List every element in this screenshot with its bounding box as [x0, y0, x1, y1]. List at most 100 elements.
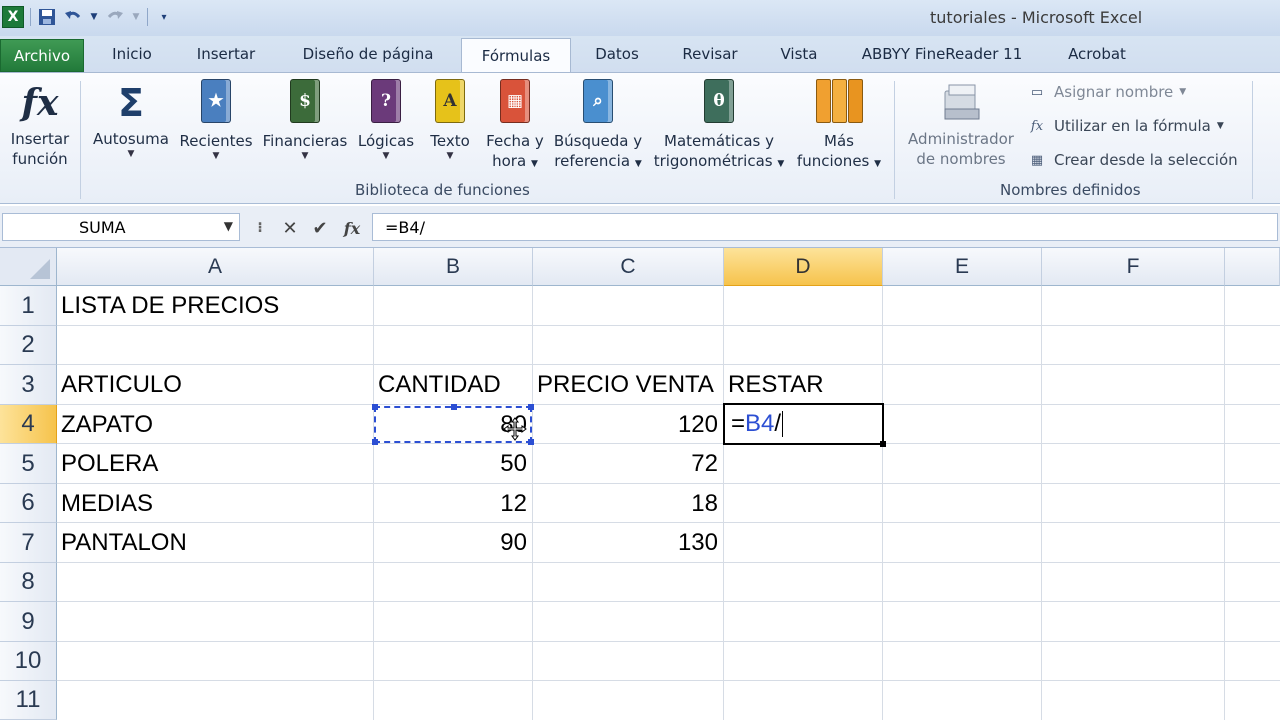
- cell-b7[interactable]: 90: [374, 523, 533, 562]
- create-from-selection-button[interactable]: ▦ Crear desde la selección: [1026, 151, 1238, 169]
- cell-a1[interactable]: LISTA DE PRECIOS: [57, 286, 374, 325]
- formula-input[interactable]: =B4/: [372, 213, 1278, 241]
- quick-access-toolbar: X ▼ ▼ ▾: [2, 6, 174, 28]
- resize-handle[interactable]: [451, 404, 457, 410]
- row-header-11[interactable]: 11: [0, 681, 57, 720]
- cell-b6[interactable]: 12: [374, 484, 533, 523]
- save-icon[interactable]: [37, 7, 57, 27]
- tab-acrobat[interactable]: Acrobat: [1058, 36, 1136, 72]
- resize-handle[interactable]: [372, 404, 378, 410]
- chevron-down-icon: ▼: [301, 151, 309, 161]
- cell-a5[interactable]: POLERA: [57, 444, 374, 483]
- row-header-5[interactable]: 5: [0, 444, 57, 484]
- tab-inicio[interactable]: Inicio: [100, 36, 164, 72]
- select-all-button[interactable]: [0, 248, 57, 286]
- row-header-1[interactable]: 1: [0, 286, 57, 326]
- column-header-g[interactable]: [1225, 248, 1280, 286]
- resize-handle[interactable]: [528, 404, 534, 410]
- cell-a6[interactable]: MEDIAS: [57, 484, 374, 523]
- row-header-3[interactable]: 3: [0, 365, 57, 405]
- name-box-value: SUMA: [79, 217, 126, 237]
- column-header-d[interactable]: D: [724, 248, 883, 286]
- column-header-e[interactable]: E: [883, 248, 1042, 286]
- cell-b3[interactable]: CANTIDAD: [374, 365, 533, 404]
- cell-edit-text[interactable]: = B4/: [727, 405, 784, 443]
- tab-revisar[interactable]: Revisar: [674, 36, 746, 72]
- math-label: Matemáticas y: [664, 132, 774, 150]
- recent-button[interactable]: ★ Recientes ▼: [176, 79, 256, 161]
- chevron-down-icon[interactable]: ▼: [224, 219, 233, 233]
- name-manager-label: Administrador: [908, 130, 1014, 148]
- cell-c4[interactable]: 120: [533, 405, 724, 444]
- math-trig-button[interactable]: θ Matemáticas y trigonométricas ▼: [648, 79, 790, 174]
- undo-dropdown-icon[interactable]: ▼: [89, 7, 99, 27]
- define-name-button[interactable]: ▭ Asignar nombre ▼: [1026, 83, 1186, 101]
- gridline: [57, 641, 1280, 642]
- cell-c5[interactable]: 72: [533, 444, 724, 483]
- tab-vista[interactable]: Vista: [769, 36, 829, 72]
- define-name-label: Asignar nombre: [1054, 83, 1174, 101]
- column-header-a[interactable]: A: [57, 248, 374, 286]
- cell-c6[interactable]: 18: [533, 484, 724, 523]
- insert-function-label: Insertar: [10, 130, 70, 148]
- edit-prefix: =: [731, 410, 746, 437]
- excel-logo-icon[interactable]: X: [2, 6, 24, 28]
- edit-reference: B4: [745, 410, 775, 437]
- cell-a7[interactable]: PANTALON: [57, 523, 374, 562]
- customize-icon[interactable]: ▾: [154, 7, 174, 27]
- tab-datos[interactable]: Datos: [585, 36, 649, 72]
- cell-b5[interactable]: 50: [374, 444, 533, 483]
- insert-function-button[interactable]: fx Insertar función: [2, 79, 78, 169]
- insert-function-fx-icon[interactable]: fx: [340, 216, 364, 240]
- text-button[interactable]: A Texto ▼: [422, 79, 478, 161]
- star-book-icon: ★: [201, 79, 231, 123]
- row-header-4[interactable]: 4: [0, 405, 57, 444]
- tab-diseno-pagina[interactable]: Diseño de página: [290, 36, 446, 72]
- tab-abbyy[interactable]: ABBYY FineReader 11: [852, 36, 1032, 72]
- cell-a4[interactable]: ZAPATO: [57, 405, 374, 444]
- use-in-formula-button[interactable]: fx Utilizar en la fórmula ▼: [1026, 117, 1224, 135]
- gridline: [57, 562, 1280, 563]
- undo-icon[interactable]: [63, 7, 83, 27]
- tab-formulas[interactable]: Fórmulas: [461, 38, 571, 73]
- resize-handle[interactable]: [372, 439, 378, 445]
- resize-handle[interactable]: [528, 439, 534, 445]
- cell-c7[interactable]: 130: [533, 523, 724, 562]
- row-header-8[interactable]: 8: [0, 563, 57, 602]
- redo-icon[interactable]: [105, 7, 125, 27]
- financial-button[interactable]: $ Financieras ▼: [258, 79, 352, 161]
- row-header-2[interactable]: 2: [0, 326, 57, 365]
- fill-handle[interactable]: [880, 441, 886, 447]
- cell-d3[interactable]: RESTAR: [724, 365, 883, 404]
- name-box[interactable]: SUMA ▼: [2, 213, 240, 241]
- row-header-10[interactable]: 10: [0, 642, 57, 681]
- tab-archivo[interactable]: Archivo: [0, 39, 84, 72]
- lookup-reference-button[interactable]: ⌕ Búsqueda y referencia ▼: [550, 79, 646, 174]
- column-header-f[interactable]: F: [1042, 248, 1225, 286]
- redo-dropdown-icon[interactable]: ▼: [131, 7, 141, 27]
- column-header-c[interactable]: C: [533, 248, 724, 286]
- chevron-down-icon: ▼: [127, 149, 135, 159]
- cell-c3[interactable]: PRECIO VENTA: [533, 365, 724, 404]
- row-header-9[interactable]: 9: [0, 602, 57, 642]
- date-time-button[interactable]: ▦ Fecha y hora ▼: [482, 79, 548, 174]
- gridline: [1224, 286, 1225, 720]
- cell-a3[interactable]: ARTICULO: [57, 365, 374, 404]
- name-manager-button[interactable]: Administrador de nombres: [902, 79, 1020, 169]
- row-header-6[interactable]: 6: [0, 484, 57, 523]
- active-cell-d4[interactable]: = B4/: [723, 403, 886, 447]
- tab-insertar[interactable]: Insertar: [184, 36, 268, 72]
- create-from-selection-label: Crear desde la selección: [1054, 151, 1238, 169]
- logical-button[interactable]: ? Lógicas ▼: [354, 79, 418, 161]
- theta-book-icon: θ: [704, 79, 734, 123]
- gridline: [882, 286, 883, 720]
- column-header-b[interactable]: B: [374, 248, 533, 286]
- text-label: Texto: [430, 132, 470, 150]
- cancel-icon[interactable]: ✕: [278, 216, 302, 240]
- date-time-label-2: hora ▼: [492, 152, 538, 170]
- more-functions-button[interactable]: Más funciones ▼: [792, 79, 886, 174]
- autosum-button[interactable]: Σ Autosuma ▼: [88, 79, 174, 159]
- enter-icon[interactable]: ✔: [308, 216, 332, 240]
- row-header-7[interactable]: 7: [0, 523, 57, 563]
- chevron-down-icon: ▼: [446, 151, 454, 161]
